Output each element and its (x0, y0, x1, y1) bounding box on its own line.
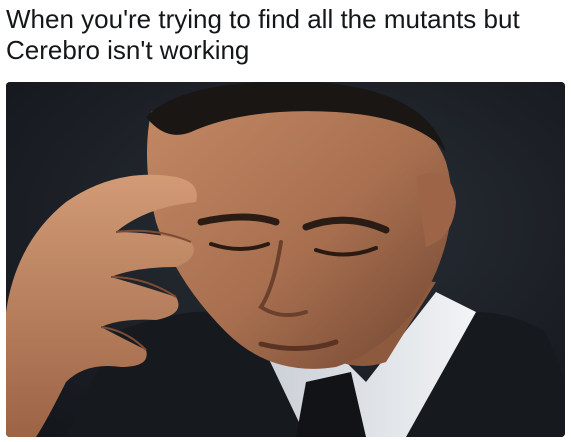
caption-line-1: When you're trying to find all the mutan… (6, 4, 520, 34)
meme-photo[interactable] (6, 82, 565, 437)
caption-line-2: Cerebro isn't working (6, 35, 250, 65)
photo-illustration (6, 82, 565, 437)
meme-post: When you're trying to find all the mutan… (0, 0, 571, 442)
meme-caption: When you're trying to find all the mutan… (6, 4, 566, 66)
